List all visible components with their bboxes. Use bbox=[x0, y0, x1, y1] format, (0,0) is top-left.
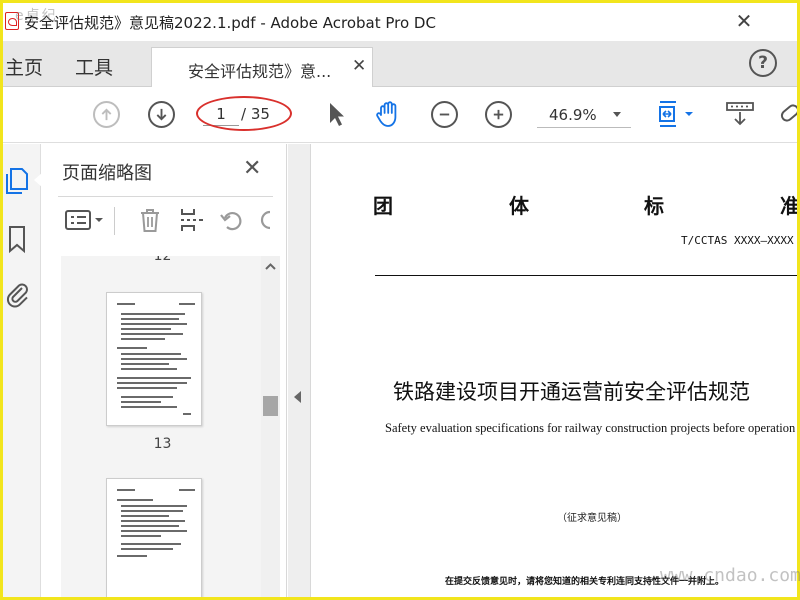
nav-tools-tab[interactable]: 工具 bbox=[75, 53, 113, 80]
rotate-left-icon[interactable] bbox=[218, 206, 246, 234]
panel-close-button[interactable]: ✕ bbox=[243, 156, 261, 181]
document-tab[interactable]: 安全评估规范》意... ✕ bbox=[151, 47, 373, 88]
panel-toolbar-divider bbox=[114, 207, 115, 235]
header-rule bbox=[375, 275, 797, 276]
thumbnail-page[interactable] bbox=[106, 292, 202, 426]
document-title-cn: 铁路建设项目开通运营前安全评估规范 bbox=[393, 380, 750, 404]
navigation-rail bbox=[3, 144, 43, 597]
thumbnail-page-label: 13 bbox=[153, 436, 172, 452]
page-thumbnails-panel: 页面缩略图 ✕ 12 13 bbox=[42, 144, 287, 597]
hand-tool-icon[interactable] bbox=[373, 99, 403, 129]
thumbnails-scrollbar[interactable] bbox=[261, 256, 280, 597]
header-char: 体 bbox=[509, 194, 529, 218]
document-tab-label: 安全评估规范》意... bbox=[188, 62, 332, 81]
watermark-bottom: www.cndao.com bbox=[660, 565, 800, 586]
header-char: 标 bbox=[644, 194, 664, 218]
insert-page-icon[interactable] bbox=[178, 206, 206, 234]
watermark-top: e卓纪 bbox=[15, 8, 58, 24]
header-char: 准 bbox=[780, 190, 797, 219]
help-button[interactable]: ? bbox=[749, 49, 777, 77]
title-bar: 安全评估规范》意见稿2022.1.pdf - Adobe Acrobat Pro… bbox=[3, 3, 797, 41]
rotate-right-icon[interactable] bbox=[256, 206, 273, 234]
prev-page-icon[interactable] bbox=[93, 101, 120, 128]
main-toolbar: / 35 46.9% bbox=[3, 87, 797, 143]
thumbnail-page[interactable] bbox=[106, 478, 202, 597]
fit-width-icon[interactable] bbox=[655, 99, 697, 129]
zoom-dropdown[interactable]: 46.9% bbox=[537, 102, 631, 128]
bookmarks-icon[interactable] bbox=[5, 224, 31, 254]
document-page: 团 体 标 准 T/CCTAS XXXX—XXXX 铁路建设项目开通运营前安全评… bbox=[310, 144, 797, 597]
zoom-in-icon[interactable] bbox=[485, 101, 512, 128]
acrobat-window: 安全评估规范》意见稿2022.1.pdf - Adobe Acrobat Pro… bbox=[3, 3, 797, 597]
tab-bar: 主页 工具 安全评估规范》意... ✕ ? bbox=[3, 41, 797, 88]
collapse-arrow-icon bbox=[294, 391, 301, 403]
scroll-up-icon[interactable] bbox=[264, 260, 277, 273]
panel-collapse-handle[interactable] bbox=[288, 144, 310, 597]
next-page-icon[interactable] bbox=[148, 101, 175, 128]
draft-note: （征求意见稿） bbox=[557, 513, 627, 524]
header-char: 团 bbox=[373, 194, 393, 218]
nav-home-tab[interactable]: 主页 bbox=[5, 53, 43, 80]
document-tab-close-button[interactable]: ✕ bbox=[352, 56, 366, 76]
panel-divider bbox=[58, 196, 273, 197]
link-icon[interactable] bbox=[779, 99, 797, 129]
zoom-out-icon[interactable] bbox=[431, 101, 458, 128]
window-close-button[interactable]: ✕ bbox=[729, 7, 759, 35]
page-thumbnails-icon[interactable] bbox=[5, 166, 31, 196]
document-title-en: Safety evaluation specifications for rai… bbox=[385, 421, 796, 435]
zoom-value: 46.9% bbox=[549, 106, 597, 124]
delete-page-icon[interactable] bbox=[136, 206, 164, 234]
select-arrow-icon[interactable] bbox=[321, 99, 351, 129]
scrollbar-thumb[interactable] bbox=[263, 396, 278, 416]
standard-code: T/CCTAS XXXX—XXXX bbox=[681, 234, 794, 247]
attachments-icon[interactable] bbox=[5, 280, 31, 310]
options-menu-icon[interactable] bbox=[64, 206, 106, 234]
scroll-mode-icon[interactable] bbox=[725, 99, 755, 129]
panel-title: 页面缩略图 bbox=[62, 163, 152, 184]
thumbnail-page-label: 12 bbox=[153, 256, 172, 264]
panel-toolbar bbox=[58, 202, 273, 242]
highlight-ellipse bbox=[196, 96, 292, 131]
window-title: 安全评估规范》意见稿2022.1.pdf - Adobe Acrobat Pro… bbox=[24, 14, 436, 32]
chevron-down-icon bbox=[613, 112, 621, 117]
thumbnails-scroll-area: 12 13 bbox=[61, 256, 264, 597]
